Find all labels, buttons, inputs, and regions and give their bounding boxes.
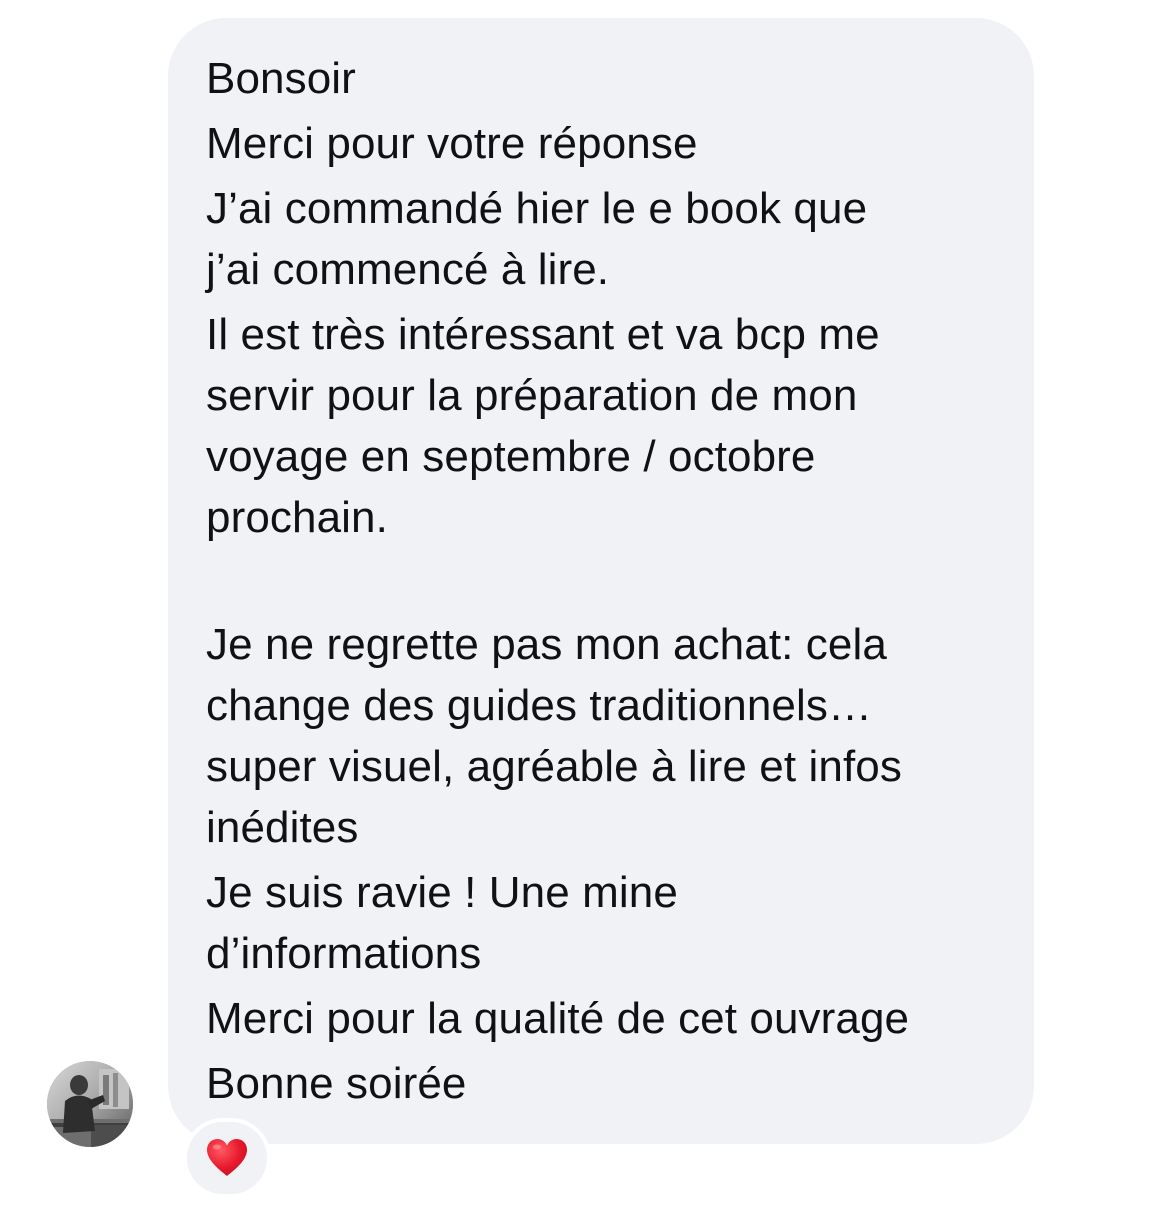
message-line: Merci pour votre réponse xyxy=(206,119,698,168)
message-line: super visuel, agréable à lire et infos xyxy=(206,742,902,791)
message-line: servir pour la préparation de mon xyxy=(206,371,858,420)
message-line: prochain. xyxy=(206,493,388,542)
message-line: Bonne soirée xyxy=(206,1059,467,1108)
reaction-badge[interactable] xyxy=(183,1118,271,1198)
message-line: Je suis ravie ! Une mine xyxy=(206,868,678,917)
message-line: j’ai commencé à lire. xyxy=(206,245,610,294)
message-line: Il est très intéressant et va bcp me xyxy=(206,310,880,359)
avatar-photo-icon xyxy=(47,1061,133,1147)
message-line: Je ne regrette pas mon achat: cela xyxy=(206,620,887,669)
sender-avatar[interactable] xyxy=(47,1061,133,1147)
message-line: voyage en septembre / octobre xyxy=(206,432,816,481)
message-line: inédites xyxy=(206,803,359,852)
message-line: d’informations xyxy=(206,929,482,978)
message-line: Bonsoir xyxy=(206,54,356,103)
red-heart-icon xyxy=(207,1139,247,1176)
chat-screen: Bonsoir Merci pour votre réponse J’ai co… xyxy=(0,0,1170,1213)
message-line: J’ai commandé hier le e book que xyxy=(206,184,868,233)
message-line: change des guides traditionnels… xyxy=(206,681,873,730)
message-line: Merci pour la qualité de cet ouvrage xyxy=(206,994,910,1043)
message-text: Bonsoir Merci pour votre réponse J’ai co… xyxy=(206,48,1006,1114)
